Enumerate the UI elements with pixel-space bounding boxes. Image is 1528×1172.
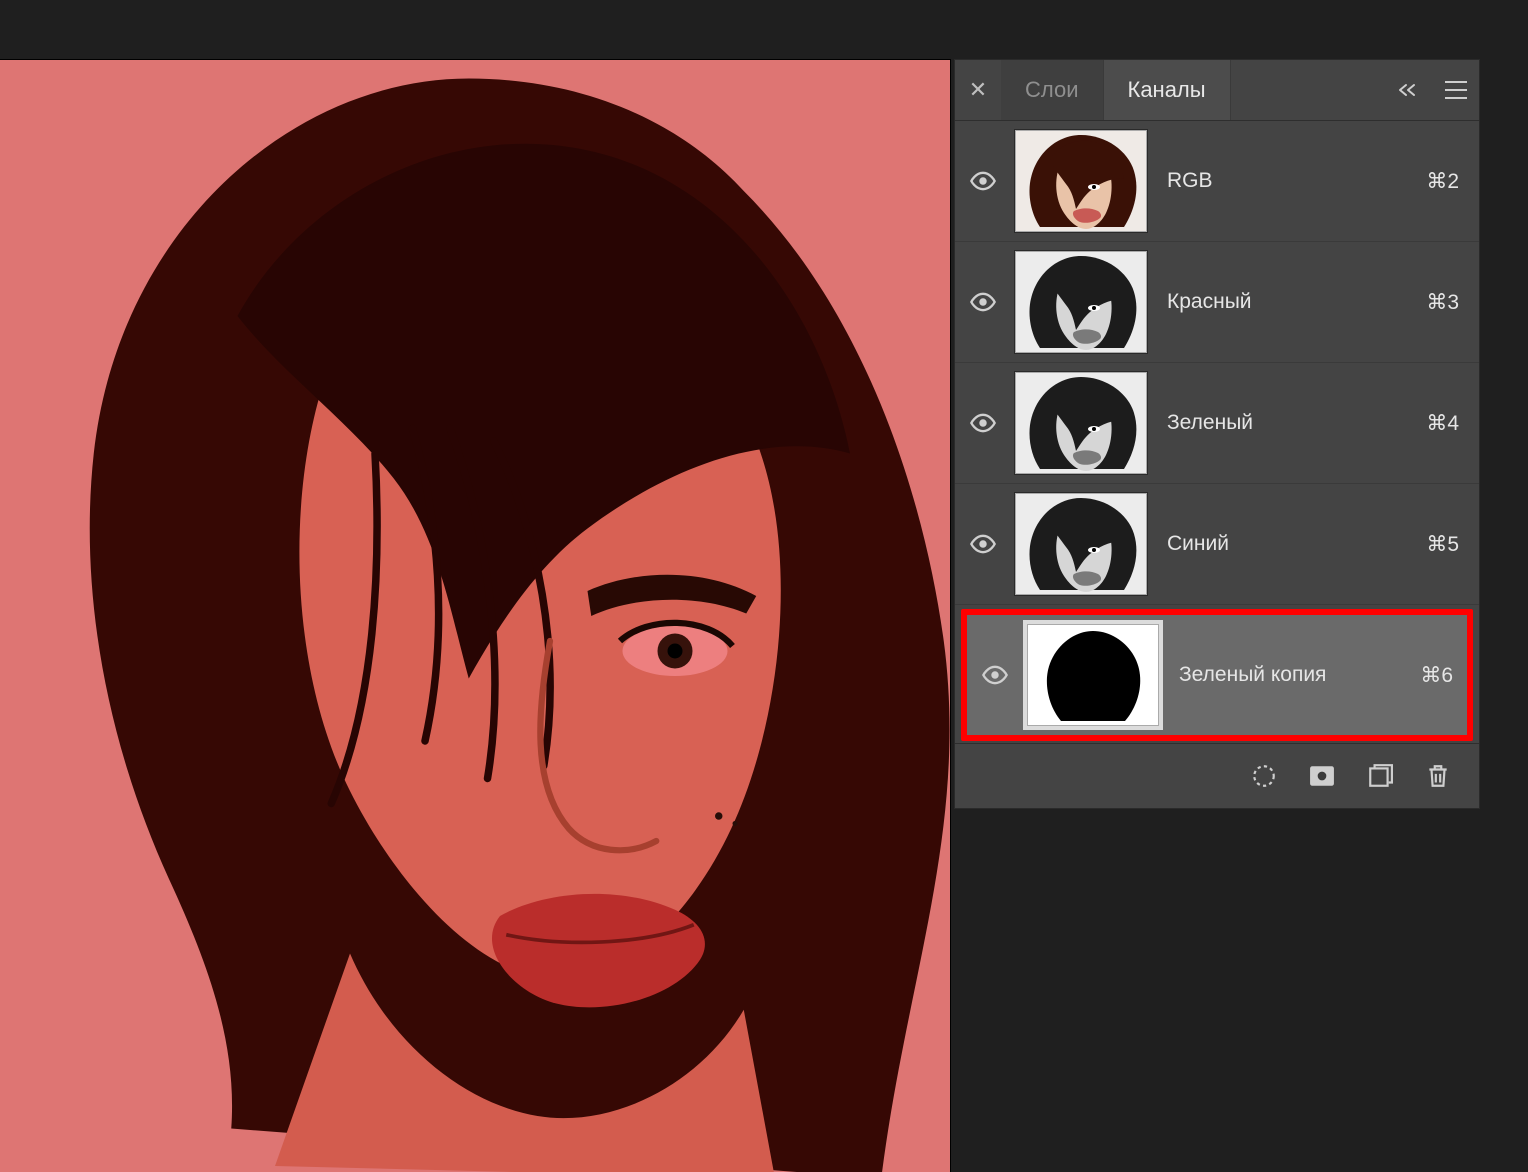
visibility-eye-icon[interactable] xyxy=(955,409,1011,437)
channel-row[interactable]: Красный ⌘3 xyxy=(955,242,1479,363)
channel-name[interactable]: RGB xyxy=(1167,169,1426,193)
channel-thumbnail[interactable] xyxy=(1015,251,1147,353)
channel-name[interactable]: Красный xyxy=(1167,290,1426,314)
channel-thumbnail[interactable] xyxy=(1015,130,1147,232)
channel-row[interactable]: RGB ⌘2 xyxy=(955,121,1479,242)
collapse-double-chevron-icon[interactable] xyxy=(1381,60,1433,120)
channel-shortcut: ⌘2 xyxy=(1426,169,1467,194)
channel-thumbnail[interactable] xyxy=(1015,372,1147,474)
tab-channels[interactable]: Каналы xyxy=(1104,60,1231,120)
channel-row[interactable]: Синий ⌘5 xyxy=(955,484,1479,605)
channel-list: RGB ⌘2 Красный ⌘3 Зеленый ⌘4 Синий ⌘5 xyxy=(955,121,1479,741)
save-selection-as-channel-icon[interactable] xyxy=(1305,759,1339,793)
channel-thumbnail[interactable] xyxy=(1027,624,1159,726)
create-new-channel-icon[interactable] xyxy=(1363,759,1397,793)
channel-shortcut: ⌘3 xyxy=(1426,290,1467,315)
channel-name[interactable]: Зеленый xyxy=(1167,411,1426,435)
channels-panel: ✕ Слои Каналы RGB ⌘2 Кра xyxy=(955,60,1479,808)
channel-row[interactable]: Зеленый копия ⌘6 xyxy=(967,615,1467,735)
visibility-eye-icon[interactable] xyxy=(955,167,1011,195)
panel-footer xyxy=(955,743,1479,808)
visibility-eye-icon[interactable] xyxy=(955,530,1011,558)
panel-header: ✕ Слои Каналы xyxy=(955,60,1479,121)
visibility-eye-icon[interactable] xyxy=(955,288,1011,316)
channel-name[interactable]: Зеленый копия xyxy=(1179,663,1420,687)
channel-name[interactable]: Синий xyxy=(1167,532,1426,556)
document-canvas[interactable] xyxy=(0,60,950,1172)
channel-row[interactable]: Зеленый ⌘4 xyxy=(955,363,1479,484)
load-channel-as-selection-icon[interactable] xyxy=(1247,759,1281,793)
channel-thumbnail[interactable] xyxy=(1015,493,1147,595)
visibility-eye-icon[interactable] xyxy=(967,661,1023,689)
delete-channel-icon[interactable] xyxy=(1421,759,1455,793)
close-icon[interactable]: ✕ xyxy=(955,60,1001,120)
channel-shortcut: ⌘5 xyxy=(1426,532,1467,557)
channel-shortcut: ⌘6 xyxy=(1420,663,1461,688)
channel-shortcut: ⌘4 xyxy=(1426,411,1467,436)
panel-menu-icon[interactable] xyxy=(1433,60,1479,120)
tab-layers[interactable]: Слои xyxy=(1001,60,1104,120)
